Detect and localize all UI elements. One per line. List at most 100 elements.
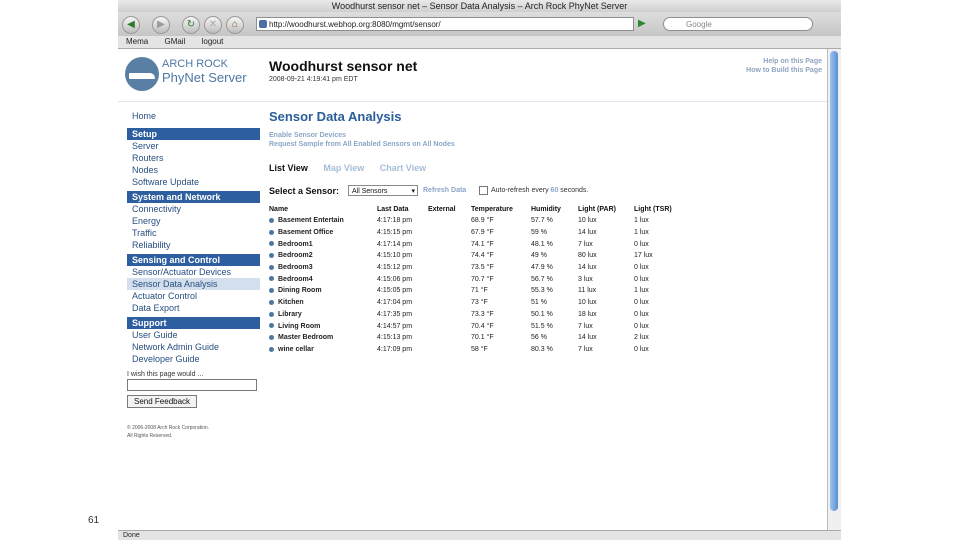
scrollbar-thumb[interactable]: [830, 51, 838, 511]
node-status-icon: [269, 218, 274, 223]
request-sample-link[interactable]: Request Sample from All Enabled Sensors …: [269, 140, 824, 149]
site-title: Woodhurst sensor net: [269, 58, 418, 74]
enable-sensor-devices-link[interactable]: Enable Sensor Devices: [269, 131, 824, 140]
table-cell: 0 lux: [634, 275, 649, 283]
table-cell: 4:17:04 pm: [377, 299, 413, 307]
site-favicon-icon: [259, 20, 267, 28]
node-name: Bedroom2: [278, 252, 313, 260]
sidebar-item-connectivity[interactable]: Connectivity: [127, 203, 260, 215]
table-cell: 70.4 °F: [471, 322, 494, 330]
sidebar-item-energy[interactable]: Energy: [127, 215, 260, 227]
search-input[interactable]: Google: [663, 17, 813, 31]
column-header: Light (PAR): [578, 205, 616, 213]
status-bar: Done: [118, 530, 841, 540]
sidebar-item-network-admin-guide[interactable]: Network Admin Guide: [127, 341, 260, 353]
node-name: wine cellar: [278, 345, 314, 353]
sensor-node-link[interactable]: Basement Office: [269, 227, 377, 239]
table-cell: 14 lux: [578, 334, 597, 342]
sidebar: Home Setup Server Routers Nodes Software…: [127, 109, 260, 440]
feedback-input[interactable]: [127, 379, 257, 391]
sensor-table: Name Last Data External Temperature Humi…: [269, 203, 684, 355]
go-icon[interactable]: ▶: [638, 18, 646, 29]
sensor-node-link[interactable]: Library: [269, 309, 377, 321]
sensor-node-link[interactable]: Bedroom3: [269, 262, 377, 274]
how-to-build-link[interactable]: How to Build this Page: [746, 66, 822, 75]
node-status-icon: [269, 229, 274, 235]
table-cell: 4:14:57 pm: [377, 322, 413, 330]
copyright-line2: All Rights Reserved.: [127, 433, 173, 439]
auto-refresh-checkbox[interactable]: [479, 186, 488, 195]
table-cell: 0 lux: [634, 264, 649, 272]
sidebar-item-routers[interactable]: Routers: [127, 152, 260, 164]
sidebar-item-sensor-actuator-devices[interactable]: Sensor/Actuator Devices: [127, 266, 260, 278]
sidebar-item-nodes[interactable]: Nodes: [127, 164, 260, 176]
auto-refresh-interval[interactable]: 60: [551, 187, 559, 194]
sensor-node-link[interactable]: Bedroom1: [269, 238, 377, 250]
table-cell: 48.1 %: [531, 240, 553, 248]
forward-icon[interactable]: ▶: [152, 16, 170, 34]
table-cell: [428, 250, 471, 262]
sidebar-item-data-export[interactable]: Data Export: [127, 302, 260, 314]
table-cell: 14 lux: [578, 264, 597, 272]
help-on-page-link[interactable]: Help on this Page: [746, 57, 822, 66]
bookmark-mema[interactable]: Mema: [126, 37, 148, 46]
table-header-row: Name Last Data External Temperature Humi…: [269, 203, 684, 215]
search-placeholder: Google: [686, 20, 712, 29]
sensor-node-link[interactable]: Basement Entertain: [269, 215, 377, 227]
table-cell: 0 lux: [634, 299, 649, 307]
tab-chart-view[interactable]: Chart View: [380, 163, 426, 173]
table-cell: 17 lux: [634, 252, 653, 260]
sidebar-item-reliability[interactable]: Reliability: [127, 239, 260, 251]
table-cell: [428, 320, 471, 332]
table-cell: 10 lux: [578, 217, 597, 225]
stop-icon[interactable]: ✕: [204, 16, 222, 34]
sidebar-item-server[interactable]: Server: [127, 140, 260, 152]
sensor-select-value: All Sensors: [352, 188, 388, 195]
table-cell: 7 lux: [578, 345, 593, 353]
sensor-node-link[interactable]: Bedroom4: [269, 273, 377, 285]
sidebar-item-actuator-control[interactable]: Actuator Control: [127, 290, 260, 302]
table-cell: 71 °F: [471, 287, 488, 295]
table-cell: 1 lux: [634, 217, 649, 225]
sensor-node-link[interactable]: Kitchen: [269, 297, 377, 309]
table-cell: 67.9 °F: [471, 229, 494, 237]
sensor-node-link[interactable]: Master Bedroom: [269, 332, 377, 344]
sidebar-item-software-update[interactable]: Software Update: [127, 176, 260, 188]
timestamp: 2008-09-21 4:19:41 pm EDT: [269, 76, 358, 83]
table-cell: 70.1 °F: [471, 334, 494, 342]
sensor-node-link[interactable]: Dining Room: [269, 285, 377, 297]
tab-list-view[interactable]: List View: [269, 163, 308, 173]
back-icon[interactable]: ◀: [122, 16, 140, 34]
column-header: Last Data: [377, 205, 409, 213]
vertical-scrollbar[interactable]: [827, 49, 841, 530]
sidebar-section-system-network: System and Network: [127, 191, 260, 203]
table-cell: [428, 332, 471, 344]
sidebar-item-sensor-data-analysis[interactable]: Sensor Data Analysis: [127, 278, 260, 290]
reload-icon[interactable]: ↻: [182, 16, 200, 34]
send-feedback-button[interactable]: Send Feedback: [127, 395, 198, 408]
sensor-node-link[interactable]: wine cellar: [269, 344, 377, 356]
table-cell: 7 lux: [578, 322, 593, 330]
bookmark-gmail[interactable]: GMail: [164, 37, 185, 46]
table-cell: 74.1 °F: [471, 240, 494, 248]
table-cell: 4:15:10 pm: [377, 252, 413, 260]
sensor-node-link[interactable]: Living Room: [269, 320, 377, 332]
url-input[interactable]: http://woodhurst.webhop.org:8080/mgmt/se…: [256, 17, 634, 31]
sidebar-item-developer-guide[interactable]: Developer Guide: [127, 353, 260, 365]
sensor-node-link[interactable]: Bedroom2: [269, 250, 377, 262]
table-cell: [428, 273, 471, 285]
sidebar-item-traffic[interactable]: Traffic: [127, 227, 260, 239]
home-icon[interactable]: ⌂: [226, 16, 244, 34]
sidebar-item-home[interactable]: Home: [127, 109, 260, 125]
table-cell: 57.7 %: [531, 217, 553, 225]
tab-map-view[interactable]: Map View: [323, 163, 364, 173]
refresh-data-link[interactable]: Refresh Data: [423, 187, 466, 194]
sensor-select[interactable]: All Sensors: [348, 185, 418, 197]
view-tabs: List View Map View Chart View: [269, 163, 824, 173]
node-name: Master Bedroom: [278, 334, 334, 342]
sidebar-item-user-guide[interactable]: User Guide: [127, 329, 260, 341]
bookmark-logout[interactable]: logout: [202, 37, 224, 46]
table-cell: 4:15:13 pm: [377, 334, 413, 342]
table-cell: 1 lux: [634, 287, 649, 295]
table-cell: 4:17:35 pm: [377, 310, 413, 318]
